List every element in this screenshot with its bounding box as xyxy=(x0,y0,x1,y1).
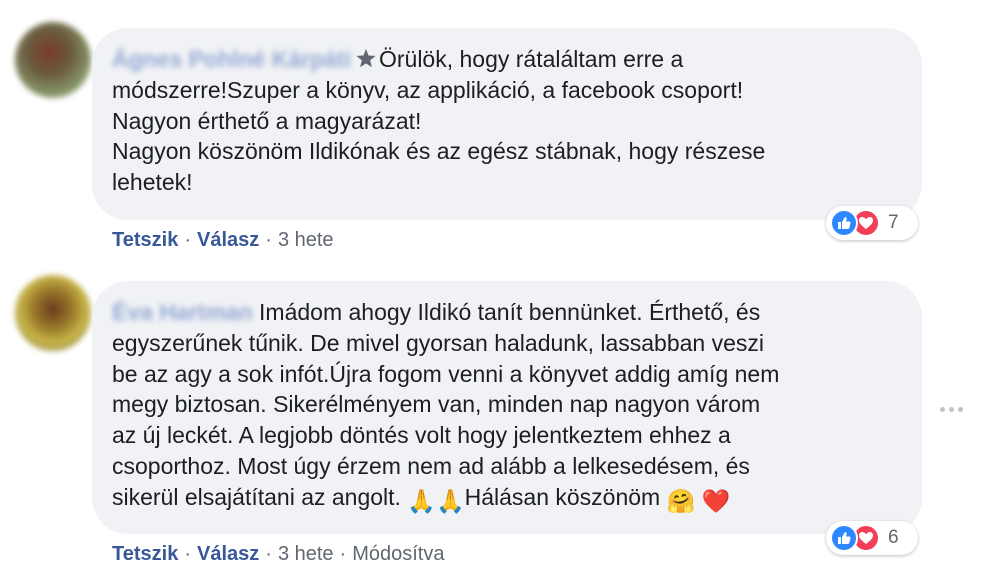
comment-body: Ágnes Pohlné Kárpáti Örülök, hogy rátalál… xyxy=(112,44,902,198)
more-options-icon[interactable] xyxy=(940,402,968,416)
comment-line: Örülök, hogy rátaláltam erre a xyxy=(378,46,684,72)
comment-body: Éva Hartman Imádom ahogy Ildikó tanít be… xyxy=(112,297,902,517)
reply-link[interactable]: Válasz xyxy=(197,229,259,251)
separator: · xyxy=(265,229,272,251)
comment-line: Imádom ahogy Ildikó tanít bennünket. Ért… xyxy=(259,299,761,325)
comment-line: Nagyon érthető a magyarázat! xyxy=(112,107,422,134)
comment-actions: Tetszik · Válasz · 3 hete xyxy=(112,229,334,252)
avatar[interactable] xyxy=(15,22,91,98)
like-reaction-icon xyxy=(830,524,858,552)
reaction-count: 7 xyxy=(888,212,899,233)
reaction-summary[interactable]: 7 xyxy=(826,206,918,240)
comment-line: Hálásan köszönöm xyxy=(464,483,661,510)
like-reaction-icon xyxy=(830,209,858,237)
comment-bubble: Éva Hartman Imádom ahogy Ildikó tanít be… xyxy=(92,281,922,534)
comment-author[interactable]: Éva Hartman xyxy=(112,299,253,325)
comment-line: egyszerűnek tűnik. De mivel gyorsan hala… xyxy=(112,329,765,356)
hugging-face-emoji-icon: 🤗 xyxy=(666,487,696,514)
reaction-summary[interactable]: 6 xyxy=(826,521,918,555)
reply-link[interactable]: Válasz xyxy=(197,543,259,565)
top-fan-badge-icon[interactable] xyxy=(355,48,377,70)
separator: · xyxy=(184,543,191,565)
edited-label[interactable]: Módosítva xyxy=(352,543,444,565)
comment-line: módszerre!Szuper a könyv, az applikáció,… xyxy=(112,76,744,103)
like-link[interactable]: Tetszik xyxy=(112,543,178,565)
comment-line: be az agy a sok infót.Újra fogom venni a… xyxy=(112,360,780,387)
folded-hands-emoji-icon: 🙏 xyxy=(407,487,436,514)
separator: · xyxy=(184,229,191,251)
separator: · xyxy=(265,543,272,565)
red-heart-emoji-icon: ❤️ xyxy=(701,487,731,514)
separator: · xyxy=(339,543,347,565)
comment-line: sikerül elsajátítani az angolt. xyxy=(112,483,401,510)
timestamp[interactable]: 3 hete xyxy=(278,543,334,565)
avatar[interactable] xyxy=(15,275,91,351)
comment-line: az új leckét. A legjobb döntés volt hogy… xyxy=(112,422,731,449)
comment-bubble: Ágnes Pohlné Kárpáti Örülök, hogy rátalál… xyxy=(92,28,922,220)
comment-author[interactable]: Ágnes Pohlné Kárpáti xyxy=(112,46,351,72)
timestamp[interactable]: 3 hete xyxy=(278,229,334,251)
comment-line: Nagyon köszönöm Ildikónak és az egész st… xyxy=(112,138,766,165)
comment-line: csoporthoz. Most úgy érzem nem ad alább … xyxy=(112,452,750,479)
reaction-count: 6 xyxy=(888,527,899,548)
comment-actions: Tetszik · Válasz · 3 hete · Módosítva xyxy=(112,543,444,566)
folded-hands-emoji-icon: 🙏 xyxy=(435,487,465,514)
like-link[interactable]: Tetszik xyxy=(112,229,178,251)
comment-line: lehetek! xyxy=(112,169,193,196)
comment-line: megy biztosan. Sikerélményem van, minden… xyxy=(112,391,761,418)
